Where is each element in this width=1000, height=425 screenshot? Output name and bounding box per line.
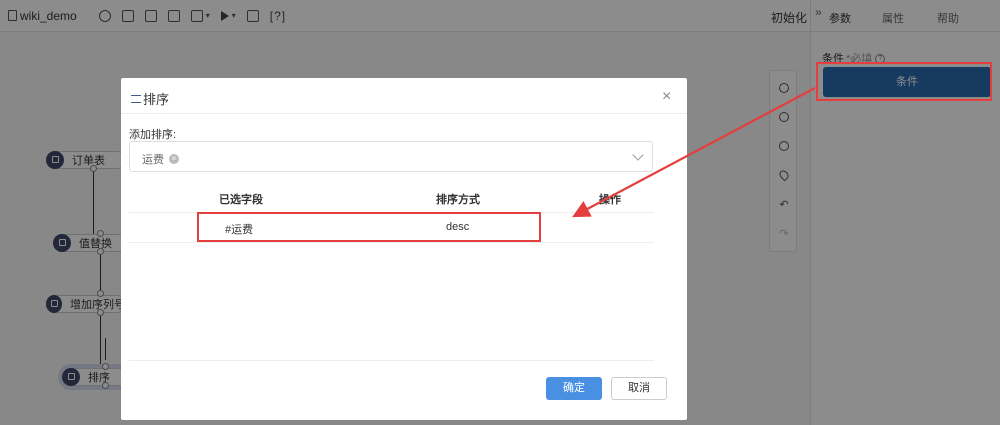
column-header: 操作: [599, 194, 621, 206]
highlight-sort-row: [197, 212, 541, 242]
add-sort-label: 添加排序:: [129, 129, 177, 141]
highlight-condition-button: [816, 62, 992, 101]
selected-field-tag: 运费 ×: [142, 151, 179, 167]
chevron-down-icon: [632, 149, 644, 161]
sort-dialog: 排序 × 添加排序: 运费 × 已选字段 排序方式 操作 #运费 desc 确定…: [121, 78, 687, 420]
divider: [129, 242, 654, 243]
sort-icon: [131, 94, 141, 103]
column-header: 排序方式: [436, 194, 480, 206]
confirm-button[interactable]: 确定: [546, 377, 602, 400]
sort-field-select[interactable]: 运费 ×: [129, 141, 653, 172]
dialog-header: 排序 ×: [121, 78, 687, 114]
close-icon[interactable]: ×: [662, 88, 671, 106]
tag-label: 运费: [142, 154, 164, 166]
footer-divider: [129, 360, 654, 361]
column-header: 已选字段: [219, 194, 263, 206]
cancel-button[interactable]: 取消: [611, 377, 667, 400]
dialog-title-text: 排序: [143, 92, 170, 107]
tag-remove-icon[interactable]: ×: [169, 154, 179, 164]
dialog-title: 排序: [131, 89, 169, 108]
